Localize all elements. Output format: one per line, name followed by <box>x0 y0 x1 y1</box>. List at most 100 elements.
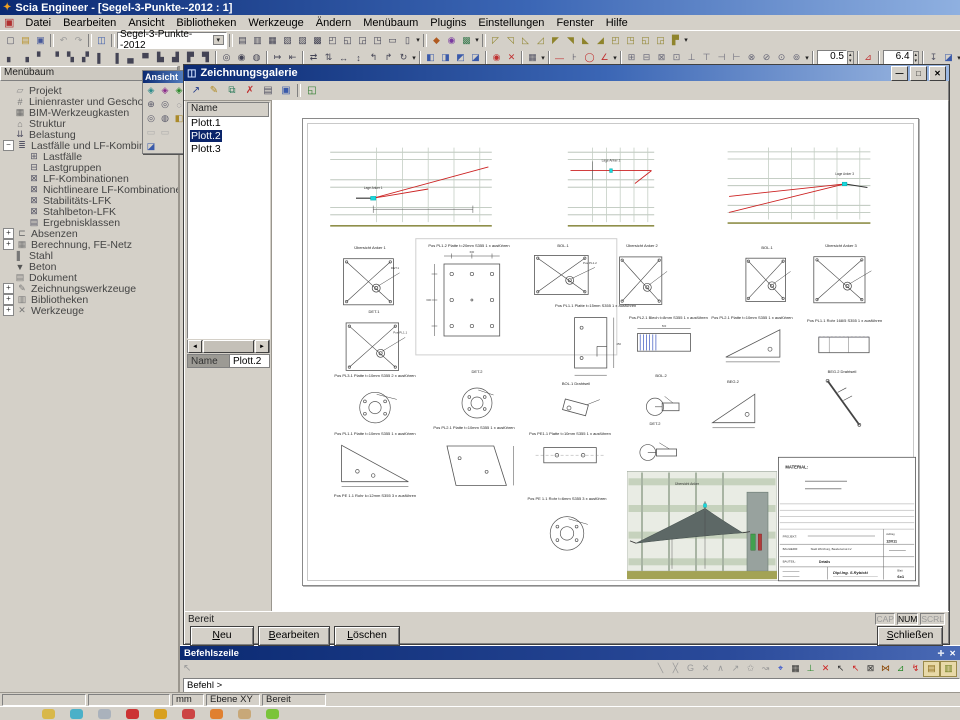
toolbar-icon[interactable]: ⊚ <box>789 51 804 65</box>
snap-icon[interactable]: ✕ <box>698 662 713 676</box>
gallery-titlebar[interactable]: ◫ Zeichnungsgalerie — □ ✕ <box>184 65 949 81</box>
scrollbar-thumb[interactable] <box>203 340 254 353</box>
print-icon[interactable]: ▤ <box>259 83 277 99</box>
delete-button[interactable]: Löschen <box>334 626 400 646</box>
toolbar-icon[interactable]: ▛ <box>668 33 683 47</box>
toolbar-icon[interactable]: ↻ <box>396 51 411 65</box>
snap-icon[interactable]: ↖ <box>833 662 848 676</box>
toolbar-icon[interactable]: ▖ <box>3 51 18 65</box>
spinner-arrows-icon[interactable]: ▴▾ <box>913 51 920 65</box>
toolbar-icon[interactable]: ⇤ <box>285 51 300 65</box>
os-taskbar[interactable] <box>0 706 960 720</box>
value-spinner[interactable]: 0.5▴▾ <box>817 50 854 65</box>
toolbar-icon[interactable]: ↕ <box>351 51 366 65</box>
sidebar-item-stabilit-ts-lfk[interactable]: ⊠Stabilitäts-LFK <box>3 195 178 206</box>
tree-expand-icon[interactable]: − <box>3 140 14 151</box>
toolbar-icon[interactable]: ⊠ <box>654 51 669 65</box>
toolbar-icon[interactable]: ⊢ <box>729 51 744 65</box>
toolbar-icon[interactable]: ▦ <box>265 33 280 47</box>
value-spinner[interactable]: 6.4▴▾ <box>883 50 920 65</box>
toolbar-icon[interactable]: ◳ <box>370 33 385 47</box>
sidebar-item-zeichnungswerkzeuge[interactable]: +✎Zeichnungswerkzeuge <box>3 283 178 294</box>
snap-icon[interactable]: ↝ <box>758 662 773 676</box>
toolbar-icon[interactable]: ▛ <box>183 51 198 65</box>
toolbar-icon[interactable]: ◣ <box>578 33 593 47</box>
snap-icon[interactable]: ↖ <box>848 662 863 676</box>
toolbar-icon[interactable]: ✕ <box>504 51 519 65</box>
view-tool-icon[interactable]: ◈ <box>158 84 172 97</box>
toolbar-icon[interactable]: ▐ <box>108 51 123 65</box>
edit-button[interactable]: Bearbeiten <box>258 626 330 646</box>
copy-icon[interactable]: ⧉ <box>223 83 241 99</box>
sidebar-item-bibliotheken[interactable]: +▥Bibliotheken <box>3 294 178 305</box>
edit-icon[interactable]: ✎ <box>205 83 223 99</box>
scroll-left-icon[interactable]: ◄ <box>188 340 202 353</box>
toolbar-icon[interactable]: ◍ <box>249 51 264 65</box>
toolbar-overflow-caret-icon[interactable]: ▾ <box>415 36 421 44</box>
toolbar-icon[interactable]: ▤ <box>235 33 250 47</box>
insert-plot-icon[interactable]: ↗ <box>187 83 205 99</box>
toolbar-icon[interactable]: ▟ <box>168 51 183 65</box>
toolbar-icon[interactable]: ▙ <box>153 51 168 65</box>
toolbar-icon[interactable]: ↔ <box>336 51 351 65</box>
tree-expand-icon[interactable]: + <box>3 283 14 294</box>
menu-item-datei[interactable]: Datei <box>19 16 57 30</box>
toolbar-icon[interactable]: ⊗ <box>744 51 759 65</box>
sidebar-item-lastgruppen[interactable]: ⊟Lastgruppen <box>3 162 178 173</box>
toolbar-icon[interactable]: ↱ <box>381 51 396 65</box>
tree-expand-icon[interactable]: + <box>3 294 14 305</box>
toolbar-icon[interactable]: ⊡ <box>669 51 684 65</box>
menu-item-plugins[interactable]: Plugins <box>424 16 472 30</box>
toolbar-icon[interactable]: ▦ <box>525 51 540 65</box>
snap-icon[interactable]: ⊿ <box>893 662 908 676</box>
toolbar-icon[interactable]: ▘ <box>33 51 48 65</box>
delete-icon[interactable]: ✗ <box>241 83 259 99</box>
plot-preview-canvas[interactable]: Lage Anker 1Lage Anker 2Lage Anker 3Über… <box>271 100 948 611</box>
tree-expand-icon[interactable]: + <box>3 239 14 250</box>
close-button[interactable]: ✕ <box>929 66 946 81</box>
toolbar-icon[interactable]: ▩ <box>310 33 325 47</box>
snap-icon[interactable]: ▦ <box>788 662 803 676</box>
toolbar-icon[interactable]: ◲ <box>355 33 370 47</box>
toolbar-icon[interactable]: ▗ <box>18 51 33 65</box>
open-icon[interactable]: ▤ <box>18 33 33 47</box>
toolbar-icon[interactable]: ◤ <box>548 33 563 47</box>
snap-icon[interactable]: ╲ <box>653 662 668 676</box>
menu-item-ansicht[interactable]: Ansicht <box>122 16 170 30</box>
taskbar-app-icon[interactable] <box>154 709 167 719</box>
command-titlebar[interactable]: Befehlszeile ✛ ✕ <box>180 646 960 660</box>
toolbar-overflow-caret-icon[interactable]: ▾ <box>612 54 618 62</box>
taskbar-app-icon[interactable] <box>182 709 195 719</box>
sidebar-item-werkzeuge[interactable]: +✕Werkzeuge <box>3 305 178 316</box>
snap-icon[interactable]: ⊥ <box>803 662 818 676</box>
view-tool-icon[interactable]: ◪ <box>144 140 158 153</box>
sidebar-item-berechnung-fe-netz[interactable]: +▦Berechnung, FE-Netz <box>3 239 178 250</box>
toolbar-overflow-caret-icon[interactable]: ▾ <box>956 54 960 62</box>
taskbar-app-icon[interactable] <box>266 709 279 719</box>
toolbar-icon[interactable]: ▨ <box>295 33 310 47</box>
toolbar-icon[interactable]: ▌ <box>93 51 108 65</box>
close-gallery-button[interactable]: Schließen <box>877 626 943 646</box>
snap-icon[interactable]: ↗ <box>728 662 743 676</box>
menu-item-menübaum[interactable]: Menübaum <box>357 16 424 30</box>
toolbar-icon[interactable]: ◱ <box>340 33 355 47</box>
sidebar-item-beton[interactable]: ▼Beton <box>3 261 178 272</box>
toolbar-overflow-caret-icon[interactable]: ▾ <box>411 54 417 62</box>
sidebar-item-absenzen[interactable]: +⊏Absenzen <box>3 228 178 239</box>
new-button[interactable]: Neu <box>190 626 254 646</box>
toolbar-icon[interactable]: ▥ <box>250 33 265 47</box>
maximize-button[interactable]: □ <box>910 66 927 81</box>
menu-item-hilfe[interactable]: Hilfe <box>600 16 634 30</box>
snap-icon[interactable]: ▤ <box>923 661 940 677</box>
toolbar-icon[interactable]: ▞ <box>78 51 93 65</box>
toolbar-icon[interactable]: ◱ <box>638 33 653 47</box>
toolbar-icon[interactable]: ⊥ <box>684 51 699 65</box>
redo-icon[interactable]: ↷ <box>71 33 86 47</box>
view-tool-icon[interactable]: ▭ <box>158 126 172 139</box>
snap-icon[interactable]: ╳ <box>668 662 683 676</box>
toolbar-overflow-caret-icon[interactable]: ▾ <box>540 54 546 62</box>
menu-item-bibliotheken[interactable]: Bibliotheken <box>170 16 242 30</box>
save-icon[interactable]: ▣ <box>277 83 295 99</box>
sidebar-item-lf-kombinationen[interactable]: ⊠LF-Kombinationen <box>3 173 178 184</box>
snap-icon[interactable]: ⌖ <box>773 662 788 676</box>
